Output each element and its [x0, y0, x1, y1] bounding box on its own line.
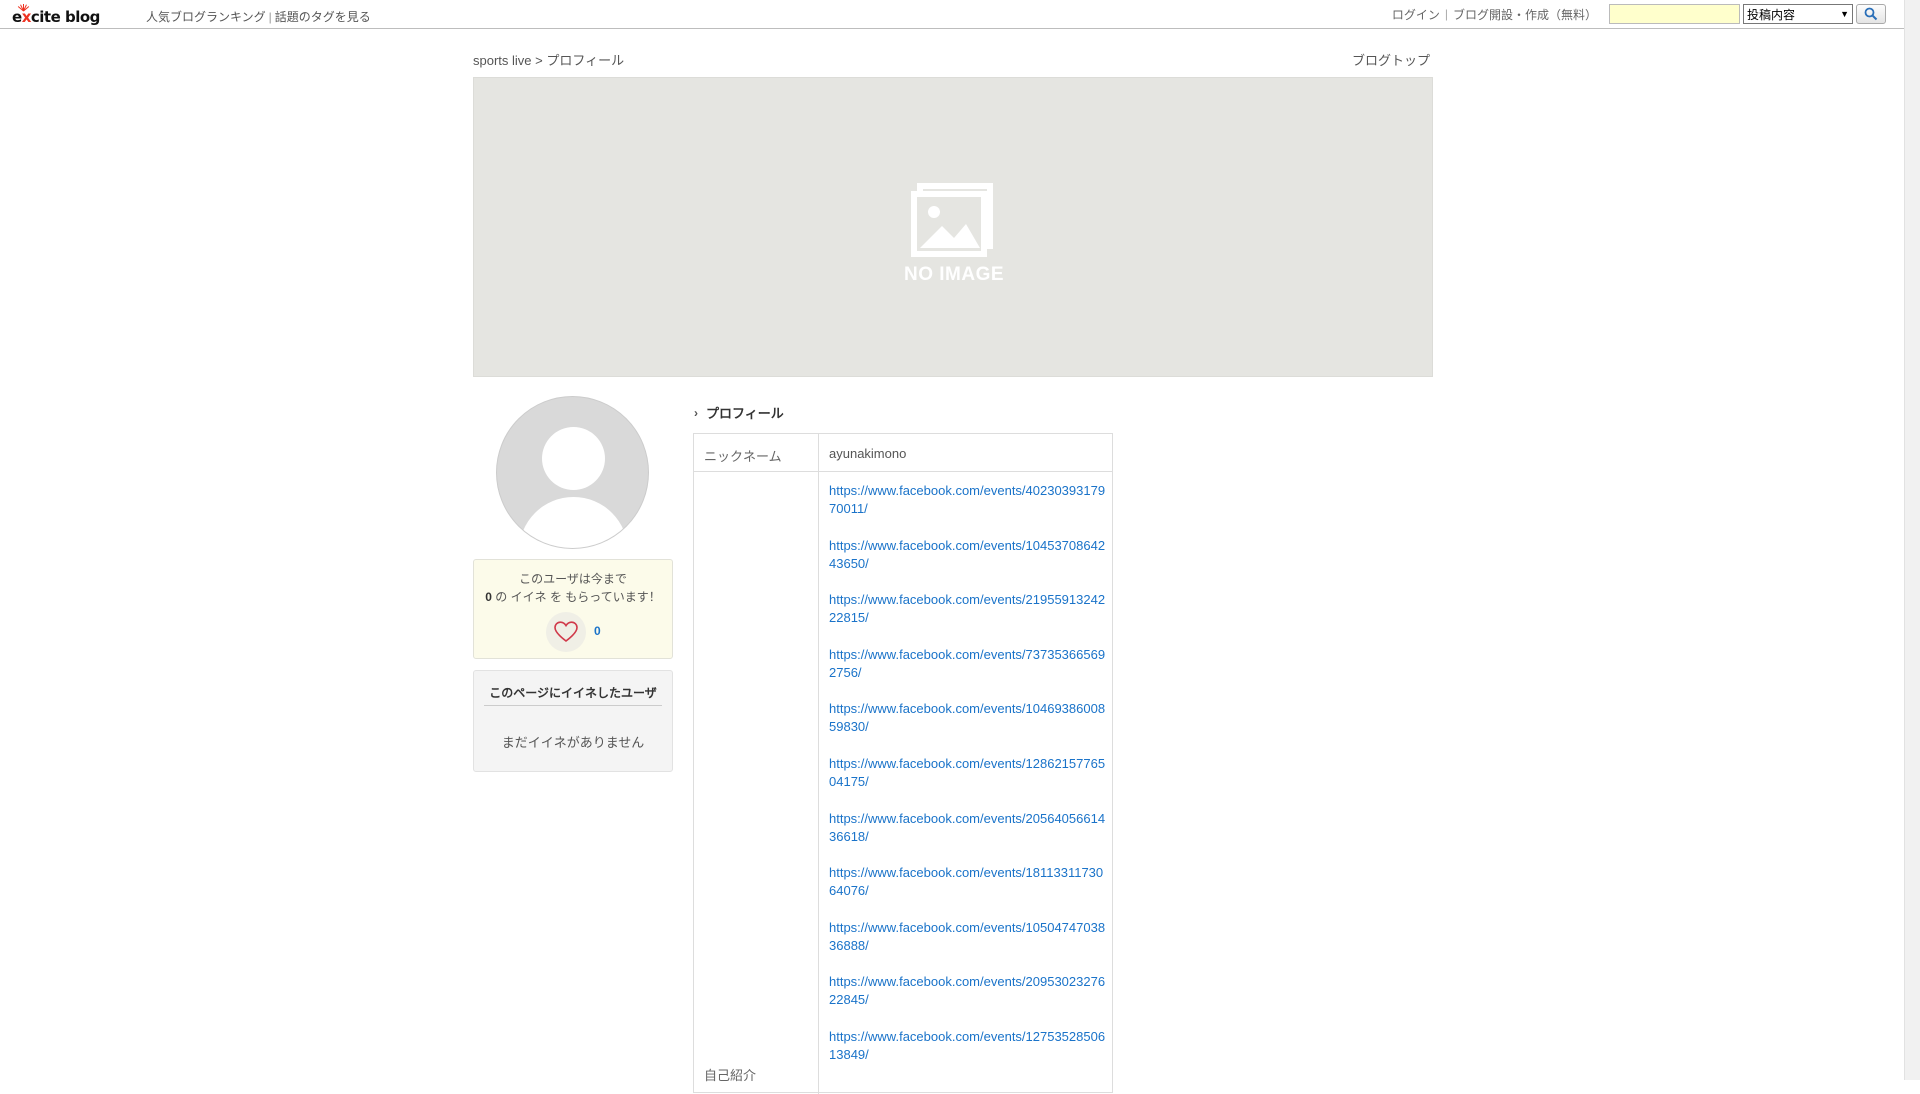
liked-users-box: このページにイイネしたユーザ まだイイネがありません: [473, 670, 673, 772]
heart-icon: [554, 621, 578, 643]
liked-users-empty: まだイイネがありません: [501, 735, 645, 750]
intro-link[interactable]: https://www.facebook.com/events/10469386…: [829, 700, 1107, 736]
ranking-link[interactable]: 人気ブログランキング: [146, 10, 266, 24]
chevron-down-icon: ▼: [1840, 9, 1849, 19]
breadcrumb-blog-link[interactable]: sports live: [473, 53, 532, 68]
iine-line2: 0 の イイネ を もらっています！: [485, 590, 661, 604]
search-scope-select[interactable]: 投稿内容 ▼: [1743, 4, 1853, 24]
intro-label: 自己紹介: [704, 1068, 757, 1083]
intro-link[interactable]: https://www.facebook.com/events/12753528…: [829, 1028, 1107, 1064]
intro-link[interactable]: https://www.facebook.com/events/12862157…: [829, 755, 1107, 791]
tags-link[interactable]: 話題のタグを見る: [275, 10, 371, 24]
vertical-scrollbar[interactable]: [1904, 0, 1920, 1080]
search-button[interactable]: [1856, 4, 1886, 24]
no-image-text: NO IMAGE: [903, 264, 1005, 285]
nickname-value: ayunakimono: [829, 446, 907, 461]
intro-links: https://www.facebook.com/events/40230393…: [829, 482, 1107, 1083]
intro-link[interactable]: https://www.facebook.com/events/73735366…: [829, 646, 1107, 682]
excite-blog-logo[interactable]: excite blog: [12, 4, 100, 26]
search-input[interactable]: [1609, 4, 1740, 24]
iine-total-count: 0: [485, 590, 492, 604]
breadcrumb-current: プロフィール: [546, 53, 625, 68]
intro-link[interactable]: https://www.facebook.com/events/20564056…: [829, 810, 1107, 846]
avatar: [496, 396, 649, 549]
intro-link[interactable]: https://www.facebook.com/events/18113311…: [829, 864, 1107, 900]
iine-button[interactable]: [546, 612, 586, 652]
global-header: excite blog 人気ブログランキング | 話題のタグを見る ログイン | ブ…: [0, 0, 1904, 29]
liked-users-title: このページにイイネしたユーザ: [484, 684, 662, 706]
intro-link[interactable]: https://www.facebook.com/events/40230393…: [829, 482, 1107, 518]
global-nav: 人気ブログランキング | 話題のタグを見る: [146, 10, 371, 24]
profile-table: ニックネーム ayunakimono 自己紹介 https://www.face…: [693, 433, 1113, 1094]
intro-link[interactable]: https://www.facebook.com/events/20953023…: [829, 973, 1107, 1009]
login-link[interactable]: ログイン: [1392, 6, 1440, 23]
header-image: NO IMAGE: [473, 77, 1433, 377]
profile-heading: › プロフィール: [694, 405, 784, 422]
breadcrumb: sports live > プロフィール: [473, 53, 625, 68]
iine-button-count: 0: [594, 624, 601, 638]
nickname-row: ニックネーム ayunakimono: [694, 434, 1112, 472]
intro-link[interactable]: https://www.facebook.com/events/21955913…: [829, 591, 1107, 627]
header-right: ログイン | ブログ開設・作成（無料） 投稿内容 ▼: [1392, 3, 1886, 25]
intro-link[interactable]: https://www.facebook.com/events/10504747…: [829, 919, 1107, 955]
intro-link[interactable]: https://www.facebook.com/events/10453708…: [829, 537, 1107, 573]
logo-burst-icon: [17, 3, 30, 12]
nickname-label: ニックネーム: [704, 449, 782, 464]
signup-link[interactable]: ブログ開設・作成（無料）: [1453, 6, 1597, 23]
iine-summary-box: このユーザは今まで 0 の イイネ を もらっています！ 0: [473, 559, 673, 659]
iine-line1: このユーザは今まで: [519, 572, 627, 586]
blog-top-link[interactable]: ブログトップ: [1352, 50, 1430, 69]
chevron-right-icon: ›: [694, 405, 698, 420]
search-icon: [1864, 7, 1878, 21]
